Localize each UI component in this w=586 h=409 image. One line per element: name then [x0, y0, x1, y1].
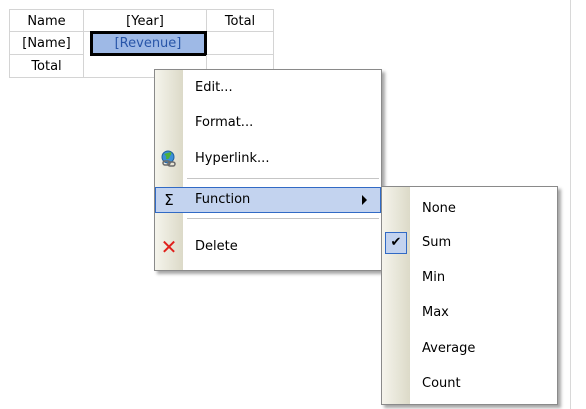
- menu-separator: [187, 218, 379, 219]
- row-total-cell[interactable]: [207, 32, 274, 55]
- report-canvas: Name [Year] Total [Name] [Revenue] Total…: [0, 0, 586, 409]
- menu-item-label: Edit...: [195, 80, 233, 95]
- canvas-border: [570, 0, 571, 409]
- menu-item-label: Hyperlink...: [195, 151, 270, 166]
- header-year-cell[interactable]: [Year]: [84, 9, 207, 32]
- menu-item-label: Delete: [195, 239, 238, 254]
- submenu-item-label: Min: [422, 270, 446, 285]
- menu-item-function[interactable]: Σ Function: [155, 187, 381, 213]
- submenu-item-sum[interactable]: ✔ Sum: [382, 230, 557, 256]
- context-menu: Edit... Format... Hyperlink... Σ Functio…: [154, 69, 382, 271]
- globe-link-icon: [160, 150, 178, 168]
- submenu-item-max[interactable]: Max: [382, 300, 557, 326]
- footer-total-label-cell[interactable]: Total: [9, 55, 84, 78]
- menu-item-hyperlink[interactable]: Hyperlink...: [155, 146, 381, 172]
- header-name-cell[interactable]: Name: [9, 9, 84, 32]
- submenu-item-average[interactable]: Average: [382, 336, 557, 362]
- checkmark-icon: ✔: [385, 232, 407, 254]
- submenu-item-label: Max: [422, 305, 449, 320]
- header-total-cell[interactable]: Total: [207, 9, 274, 32]
- menu-item-format[interactable]: Format...: [155, 110, 381, 136]
- submenu-item-label: Average: [422, 341, 476, 356]
- submenu-arrow-icon: [362, 195, 367, 205]
- row-name-cell[interactable]: [Name]: [9, 32, 84, 55]
- submenu-item-label: None: [422, 201, 456, 216]
- submenu-item-label: Count: [422, 376, 461, 391]
- function-submenu: None ✔ Sum Min Max Average Count: [381, 186, 558, 405]
- submenu-item-min[interactable]: Min: [382, 265, 557, 291]
- submenu-item-label: Sum: [422, 235, 452, 250]
- delete-x-icon: ✕: [160, 235, 178, 259]
- menu-item-label: Format...: [195, 115, 254, 130]
- menu-separator: [187, 178, 379, 179]
- sigma-icon: Σ: [164, 191, 174, 209]
- menu-item-delete[interactable]: ✕ Delete: [155, 234, 381, 260]
- menu-item-edit[interactable]: Edit...: [155, 75, 381, 101]
- revenue-cell[interactable]: [Revenue]: [90, 31, 207, 56]
- submenu-item-count[interactable]: Count: [382, 371, 557, 397]
- submenu-item-none[interactable]: None: [382, 196, 557, 222]
- menu-item-label: Function: [195, 192, 251, 207]
